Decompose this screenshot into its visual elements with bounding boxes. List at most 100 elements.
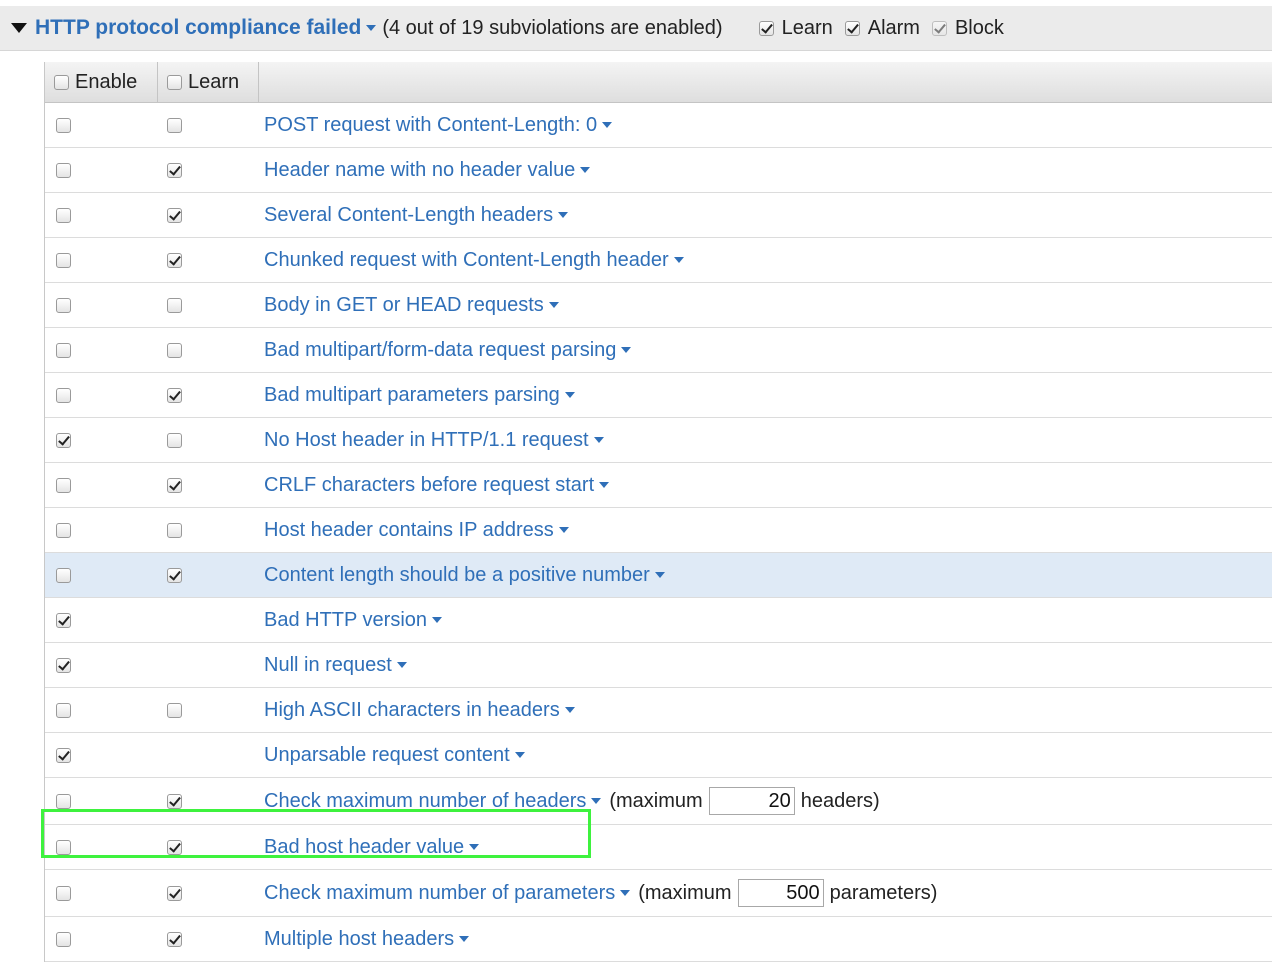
- enable-checkbox[interactable]: [56, 252, 71, 268]
- enable-checkbox[interactable]: [56, 612, 71, 628]
- subviolation-link[interactable]: Bad multipart parameters parsing: [264, 384, 575, 407]
- dropdown-arrow-icon[interactable]: [564, 707, 575, 713]
- enable-checkbox[interactable]: [56, 297, 71, 313]
- subviolation-link[interactable]: Check maximum number of parameters: [264, 882, 631, 905]
- enable-all-checkbox[interactable]: [54, 74, 69, 90]
- enable-checkbox[interactable]: [56, 387, 71, 403]
- dropdown-arrow-icon[interactable]: [564, 392, 575, 398]
- dropdown-arrow-icon[interactable]: [599, 482, 610, 488]
- dropdown-arrow-icon[interactable]: [673, 257, 684, 263]
- subviolation-name: CRLF characters before request start: [264, 473, 595, 496]
- header-alarm-option[interactable]: Alarm: [844, 17, 920, 40]
- enable-checkbox[interactable]: [56, 702, 71, 718]
- subviolation-link[interactable]: Chunked request with Content-Length head…: [264, 249, 684, 272]
- learn-checkbox[interactable]: [167, 162, 182, 178]
- subviolation-link[interactable]: Body in GET or HEAD requests: [264, 294, 559, 317]
- collapse-arrow-icon[interactable]: [11, 23, 27, 33]
- dropdown-arrow-icon[interactable]: [432, 617, 443, 623]
- learn-checkbox[interactable]: [167, 207, 182, 223]
- learn-checkbox[interactable]: [167, 252, 182, 268]
- learn-all-checkbox[interactable]: [167, 74, 182, 90]
- dropdown-arrow-icon[interactable]: [602, 122, 613, 128]
- subviolation-link[interactable]: Bad HTTP version: [264, 609, 443, 632]
- learn-checkbox[interactable]: [167, 432, 182, 448]
- dropdown-arrow-icon[interactable]: [580, 167, 591, 173]
- maximum-value-input[interactable]: [737, 879, 824, 907]
- header-learn-option[interactable]: Learn: [758, 16, 833, 40]
- learn-checkbox[interactable]: [167, 567, 182, 583]
- subviolation-link[interactable]: Header name with no header value: [264, 159, 591, 182]
- subviolation-link[interactable]: Bad host header value: [264, 836, 480, 859]
- enable-checkbox[interactable]: [56, 432, 71, 448]
- dropdown-arrow-icon[interactable]: [621, 347, 632, 353]
- learn-checkbox[interactable]: [167, 793, 182, 809]
- subviolation-link[interactable]: Several Content-Length headers: [264, 204, 569, 227]
- enable-checkbox[interactable]: [56, 522, 71, 538]
- enable-checkbox[interactable]: [56, 747, 71, 763]
- learn-checkbox[interactable]: [167, 702, 182, 718]
- enable-checkbox[interactable]: [56, 657, 71, 673]
- subviolation-link[interactable]: Null in request: [264, 654, 407, 677]
- table-row: Chunked request with Content-Length head…: [45, 238, 1272, 283]
- learn-checkbox[interactable]: [167, 931, 182, 947]
- violation-title: HTTP protocol compliance failed: [35, 16, 362, 39]
- dropdown-arrow-icon[interactable]: [558, 212, 569, 218]
- header-learn-checkbox[interactable]: [758, 20, 774, 36]
- enable-checkbox[interactable]: [56, 117, 71, 133]
- enable-checkbox[interactable]: [56, 839, 71, 855]
- learn-cell: [158, 342, 264, 358]
- dropdown-arrow-icon[interactable]: [366, 25, 377, 31]
- dropdown-arrow-icon[interactable]: [469, 844, 480, 850]
- dropdown-arrow-icon[interactable]: [514, 752, 525, 758]
- dropdown-arrow-icon[interactable]: [654, 572, 665, 578]
- dropdown-arrow-icon[interactable]: [593, 437, 604, 443]
- subviolation-link[interactable]: Unparsable request content: [264, 744, 525, 767]
- dropdown-arrow-icon[interactable]: [558, 527, 569, 533]
- enable-checkbox[interactable]: [56, 885, 71, 901]
- subviolation-link[interactable]: POST request with Content-Length: 0: [264, 113, 613, 137]
- learn-checkbox[interactable]: [167, 387, 182, 403]
- subviolation-cell: Bad HTTP version: [264, 609, 443, 632]
- maximum-prefix: (maximum: [638, 881, 732, 904]
- subviolation-link[interactable]: Bad multipart/form-data request parsing: [264, 339, 632, 362]
- subviolation-name: POST request with Content-Length: 0: [264, 113, 598, 136]
- violation-title-link[interactable]: HTTP protocol compliance failed: [35, 16, 377, 40]
- enable-checkbox[interactable]: [56, 207, 71, 223]
- header-learn-label: Learn: [781, 16, 833, 39]
- dropdown-arrow-icon[interactable]: [548, 302, 559, 308]
- header-options: Learn Alarm Block: [758, 16, 1004, 40]
- enable-checkbox[interactable]: [56, 477, 71, 493]
- dropdown-arrow-icon[interactable]: [396, 662, 407, 668]
- dropdown-arrow-icon[interactable]: [591, 798, 602, 804]
- enable-cell: [45, 252, 158, 268]
- enable-checkbox[interactable]: [56, 342, 71, 358]
- enable-checkbox[interactable]: [56, 931, 71, 947]
- header-alarm-checkbox[interactable]: [844, 20, 860, 36]
- subviolation-link[interactable]: Content length should be a positive numb…: [264, 564, 665, 587]
- subviolation-cell: Several Content-Length headers: [264, 204, 569, 227]
- enable-checkbox[interactable]: [56, 567, 71, 583]
- learn-checkbox[interactable]: [167, 839, 182, 855]
- table-row: Bad HTTP version: [45, 598, 1272, 643]
- learn-checkbox[interactable]: [167, 477, 182, 493]
- subviolation-link[interactable]: CRLF characters before request start: [264, 473, 610, 497]
- maximum-value-input[interactable]: [708, 787, 795, 815]
- subviolation-cell: Null in request: [264, 654, 407, 677]
- dropdown-arrow-icon[interactable]: [459, 936, 470, 942]
- subviolation-link[interactable]: No Host header in HTTP/1.1 request: [264, 429, 604, 452]
- learn-checkbox[interactable]: [167, 522, 182, 538]
- learn-checkbox[interactable]: [167, 117, 182, 133]
- enable-checkbox[interactable]: [56, 162, 71, 178]
- enable-checkbox[interactable]: [56, 793, 71, 809]
- learn-checkbox[interactable]: [167, 297, 182, 313]
- learn-checkbox[interactable]: [167, 885, 182, 901]
- learn-checkbox[interactable]: [167, 342, 182, 358]
- subviolation-name: High ASCII characters in headers: [264, 698, 560, 721]
- dropdown-arrow-icon[interactable]: [620, 890, 631, 896]
- learn-column-label: Learn: [188, 70, 240, 93]
- subviolation-link[interactable]: Check maximum number of headers: [264, 790, 602, 813]
- learn-cell: [158, 931, 264, 947]
- subviolation-link[interactable]: Multiple host headers: [264, 928, 470, 951]
- subviolation-link[interactable]: Host header contains IP address: [264, 519, 569, 542]
- subviolation-link[interactable]: High ASCII characters in headers: [264, 699, 575, 722]
